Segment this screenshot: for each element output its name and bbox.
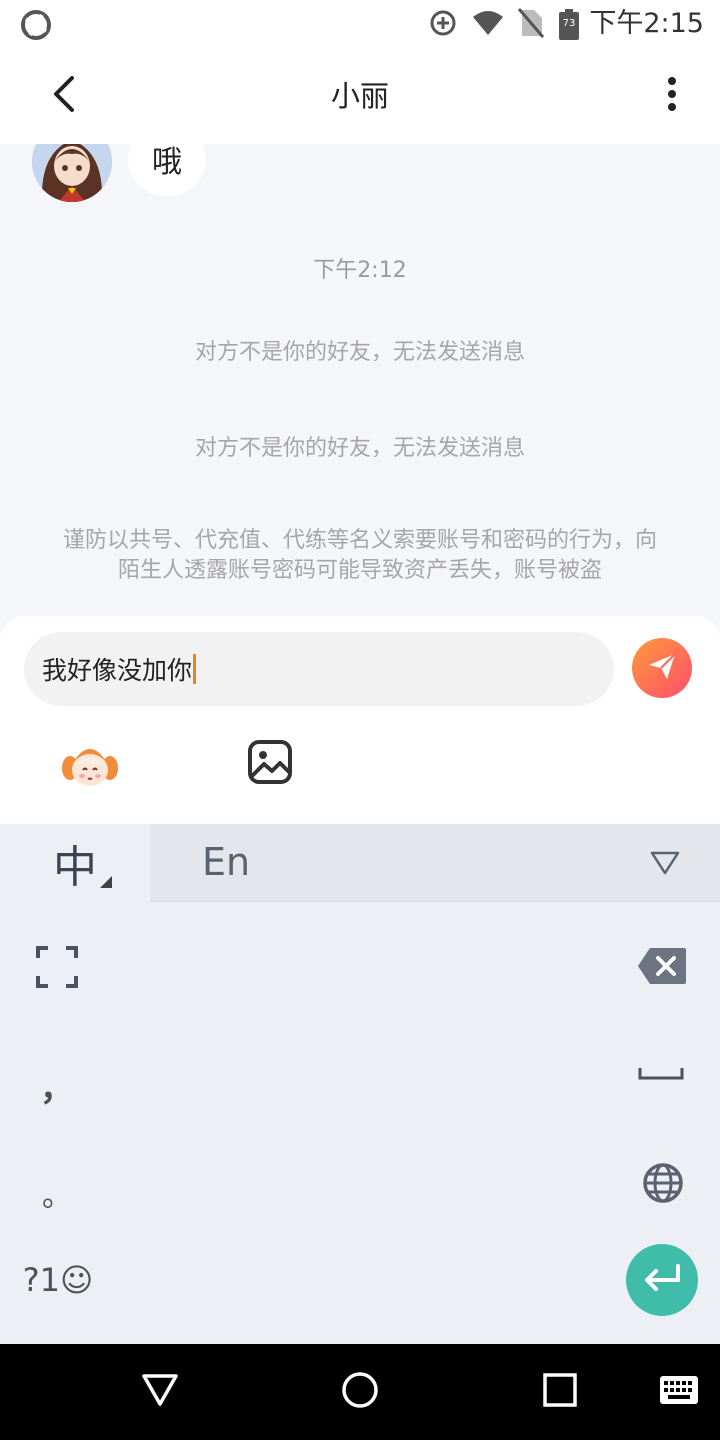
sticker-button[interactable] — [60, 738, 120, 790]
status-icons: 73 — [428, 8, 580, 42]
title-bar: 小丽 — [0, 48, 720, 144]
battery-level: 73 — [562, 18, 576, 29]
app-logo-icon — [20, 9, 52, 41]
image-icon — [246, 740, 294, 790]
text-caret — [193, 654, 197, 684]
system-nav-bar — [0, 1344, 720, 1440]
message-list[interactable]: 哦 下午2:12 对方不是你的好友，无法发送消息 对方不是你的好友，无法发送消息… — [0, 144, 720, 616]
keyboard-switch-button[interactable] — [656, 1374, 702, 1410]
emoji-sticker-icon — [60, 749, 120, 794]
data-saver-icon — [428, 8, 458, 42]
language-switch-key[interactable] — [640, 1162, 686, 1208]
chinese-mode-label: 中 — [53, 842, 97, 893]
page-title: 小丽 — [330, 79, 389, 113]
chinese-mode-key[interactable]: 中 — [0, 824, 150, 902]
candidate-bar: En — [150, 824, 720, 902]
backspace-key[interactable] — [636, 948, 688, 988]
period-key[interactable]: 。 — [30, 1168, 84, 1218]
symbols-key[interactable]: ?1☺ — [18, 1258, 98, 1302]
space-key[interactable] — [636, 1064, 686, 1084]
english-mode-key[interactable]: En — [202, 840, 250, 884]
message-input-value: 我好像没加你 — [42, 656, 193, 685]
expand-keyboard-key[interactable] — [30, 944, 84, 994]
message-timestamp: 下午2:12 — [313, 258, 407, 283]
status-time: 下午2:15 — [589, 8, 704, 39]
nav-recent-icon — [542, 1372, 578, 1412]
status-bar: 73 下午2:15 — [0, 0, 720, 48]
more-vertical-icon — [667, 76, 677, 116]
backspace-icon — [636, 946, 688, 990]
nav-recent-button[interactable] — [536, 1368, 584, 1416]
expand-icon — [36, 946, 78, 992]
no-sim-icon — [517, 8, 545, 42]
space-icon — [638, 1065, 684, 1084]
keyboard-toolbar: 中 En — [0, 824, 720, 902]
collapse-icon[interactable] — [650, 850, 680, 876]
more-options-button[interactable] — [648, 72, 696, 120]
enter-icon — [642, 1264, 682, 1296]
paper-plane-icon — [647, 651, 677, 685]
soft-keyboard: 中 En ， 。 ?1☺ — [0, 824, 720, 1344]
mode-indicator-icon — [100, 876, 112, 888]
comma-key[interactable]: ， — [30, 1060, 84, 1110]
composer-panel: 我好像没加你 — [0, 616, 720, 824]
globe-icon — [642, 1162, 684, 1208]
chat-screen: 73 下午2:15 小丽 哦 下午2:12 对方不是你的好友，无法发送消息 对方… — [0, 0, 720, 1440]
keyboard-switch-icon — [659, 1375, 699, 1409]
nav-back-button[interactable] — [136, 1368, 184, 1416]
system-notice: 对方不是你的好友，无法发送消息 — [194, 436, 525, 461]
wifi-icon — [472, 9, 504, 41]
avatar[interactable] — [32, 144, 112, 202]
nav-home-icon — [340, 1370, 380, 1414]
security-warning: 谨防以共号、代充值、代练等名义索要账号和密码的行为，向陌生人透露账号密码可能导致… — [62, 528, 657, 583]
message-bubble[interactable]: 哦 — [128, 144, 206, 196]
send-button[interactable] — [632, 638, 692, 698]
nav-home-button[interactable] — [336, 1368, 384, 1416]
system-notice: 对方不是你的好友，无法发送消息 — [194, 340, 525, 365]
message-incoming: 哦 — [32, 144, 206, 202]
message-input[interactable]: 我好像没加你 — [24, 632, 614, 706]
battery-icon: 73 — [558, 9, 580, 41]
nav-back-icon — [140, 1372, 180, 1412]
enter-key[interactable] — [626, 1244, 698, 1316]
image-picker-button[interactable] — [246, 738, 294, 786]
